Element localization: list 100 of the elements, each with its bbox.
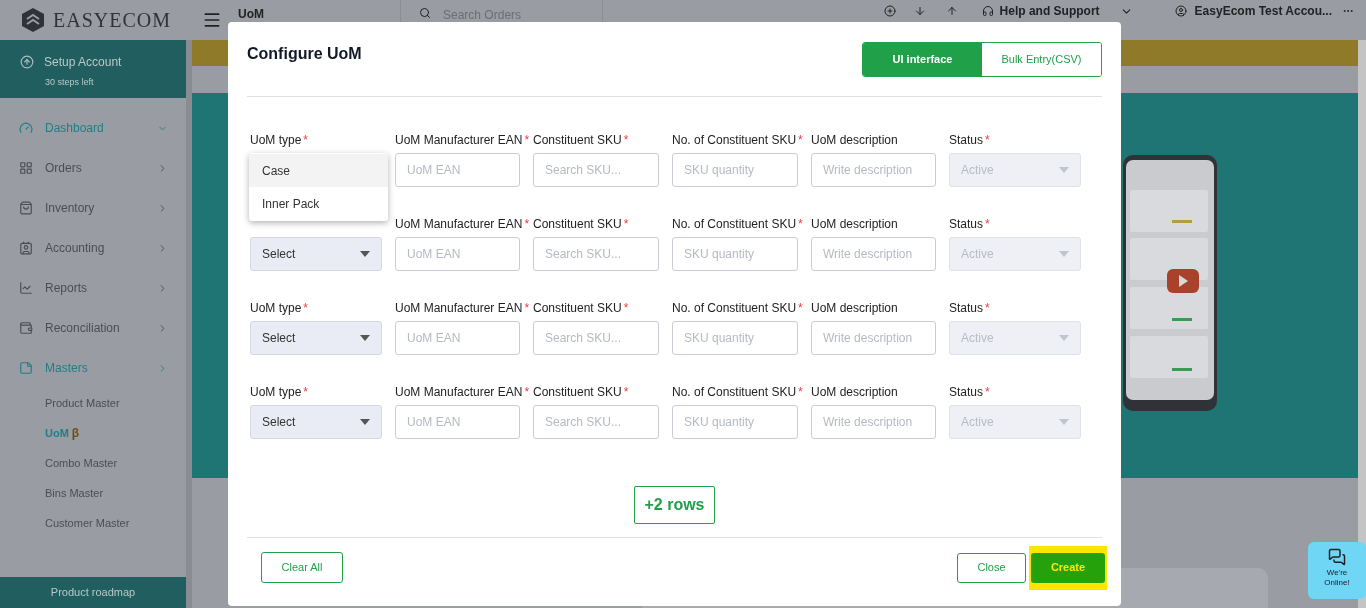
required-mark: * [623,133,629,147]
sidebar-item[interactable]: Inventory [0,188,186,228]
input-field[interactable]: SKU quantity [672,153,798,187]
field-label: No. of Constituent SKU [672,217,797,231]
logo-icon [22,8,44,32]
note-icon [19,361,33,375]
field-label: UoM Manufacturer EAN [395,301,523,315]
submenu-item[interactable]: Combo Master [0,448,186,478]
input-field[interactable]: SKU quantity [672,405,798,439]
required-mark: * [623,301,629,315]
required-mark: * [303,133,309,147]
mode-tab[interactable]: UI interface [863,43,982,76]
caret-icon [360,335,370,341]
create-button[interactable]: Create [1031,552,1105,583]
sidebar-item[interactable]: Orders [0,148,186,188]
chat-icon [1328,548,1346,566]
field-label: UoM type [250,301,302,315]
field-label: UoM description [811,301,898,315]
input-field[interactable]: Write description [811,405,936,439]
sidebar-item[interactable]: Dashboard [0,108,186,148]
input-field[interactable]: UoM EAN [395,237,520,271]
dropdown-option[interactable]: Case [249,154,388,187]
chart-icon [19,281,33,295]
field-label: UoM description [811,385,898,399]
field-label: Constituent SKU [533,217,622,231]
sidebar-item[interactable]: Accounting [0,228,186,268]
input-field[interactable]: UoM EAN [395,153,520,187]
setup-title: Setup Account [44,54,122,71]
chat-widget[interactable]: We're Online! [1308,542,1366,599]
dropdown-option[interactable]: Inner Pack [249,187,388,220]
dialog-title: Configure UoM [247,44,362,64]
input-field[interactable]: SKU quantity [672,321,798,355]
search-icon [419,7,431,19]
input-field[interactable]: Search SKU... [533,237,659,271]
sidebar-item[interactable]: Reports [0,268,186,308]
field-label: Constituent SKU [533,301,622,315]
input-field[interactable]: UoM EAN [395,405,520,439]
field-label: UoM type [250,133,302,147]
submenu-item[interactable]: Bins Master [0,478,186,508]
download-icon[interactable] [913,5,926,17]
submenu-item[interactable]: Customer Master [0,508,186,538]
submenu-item[interactable]: UoM β [0,418,186,448]
upload-icon[interactable] [945,5,958,17]
field-label: UoM Manufacturer EAN [395,133,523,147]
submenu-item[interactable]: Product Master [0,388,186,418]
select-field[interactable]: Select [250,405,382,439]
setup-panel[interactable]: Setup Account 30 steps left [0,40,186,98]
caret-icon [1059,167,1069,173]
field-label: Constituent SKU [533,133,622,147]
required-mark: * [798,385,803,399]
bag-icon [19,201,33,215]
user-icon [1174,5,1187,17]
help-link[interactable]: Help and Support [999,4,1100,18]
required-mark: * [524,301,530,315]
add-icon[interactable] [883,5,896,17]
required-mark: * [985,133,990,147]
field-label: Status [949,217,984,231]
field-label: Constituent SKU [533,385,622,399]
upload-circle-icon [20,55,34,69]
roadmap-button[interactable]: Product roadmap [0,577,186,608]
field-label: No. of Constituent SKU [672,133,797,147]
input-field[interactable]: Search SKU... [533,405,659,439]
sidebar-item[interactable]: Reconciliation [0,308,186,348]
input-field[interactable]: Write description [811,153,936,187]
menu-icon[interactable] [202,10,222,30]
caret-icon [1059,419,1069,425]
required-mark: * [985,217,990,231]
caret-icon [1059,251,1069,257]
input-field[interactable]: Search SKU... [533,321,659,355]
required-mark: * [985,301,990,315]
field-label: UoM description [811,217,898,231]
grid-icon [19,161,33,175]
input-field[interactable]: Search SKU... [533,153,659,187]
add-rows-button[interactable]: +2 rows [634,486,715,524]
user-name[interactable]: EasyEcom Test Accou... [1194,4,1332,18]
chat-status: We're Online! [1323,568,1351,588]
field-label: UoM type [250,385,302,399]
input-field[interactable]: Write description [811,321,936,355]
required-mark: * [303,385,309,399]
select-field[interactable]: Select [250,321,382,355]
input-field[interactable]: SKU quantity [672,237,798,271]
select-field[interactable]: Select [250,237,382,271]
field-label: UoM description [811,133,898,147]
required-mark: * [524,385,530,399]
close-button[interactable]: Close [957,552,1026,583]
id-card-icon [19,241,33,255]
input-field[interactable]: UoM EAN [395,321,520,355]
field-label: UoM Manufacturer EAN [395,385,523,399]
sidebar-item[interactable]: Masters [0,348,186,388]
field-label: No. of Constituent SKU [672,385,797,399]
required-mark: * [985,385,990,399]
input-field[interactable]: Write description [811,237,936,271]
setup-subtitle: 30 steps left [45,76,95,89]
headphones-icon [981,5,994,17]
clear-all-button[interactable]: Clear All [261,552,343,583]
field-label: Status [949,133,984,147]
field-label: Status [949,301,984,315]
wallet-icon [19,321,33,335]
required-mark: * [798,301,803,315]
breadcrumb: UoM [238,6,264,23]
